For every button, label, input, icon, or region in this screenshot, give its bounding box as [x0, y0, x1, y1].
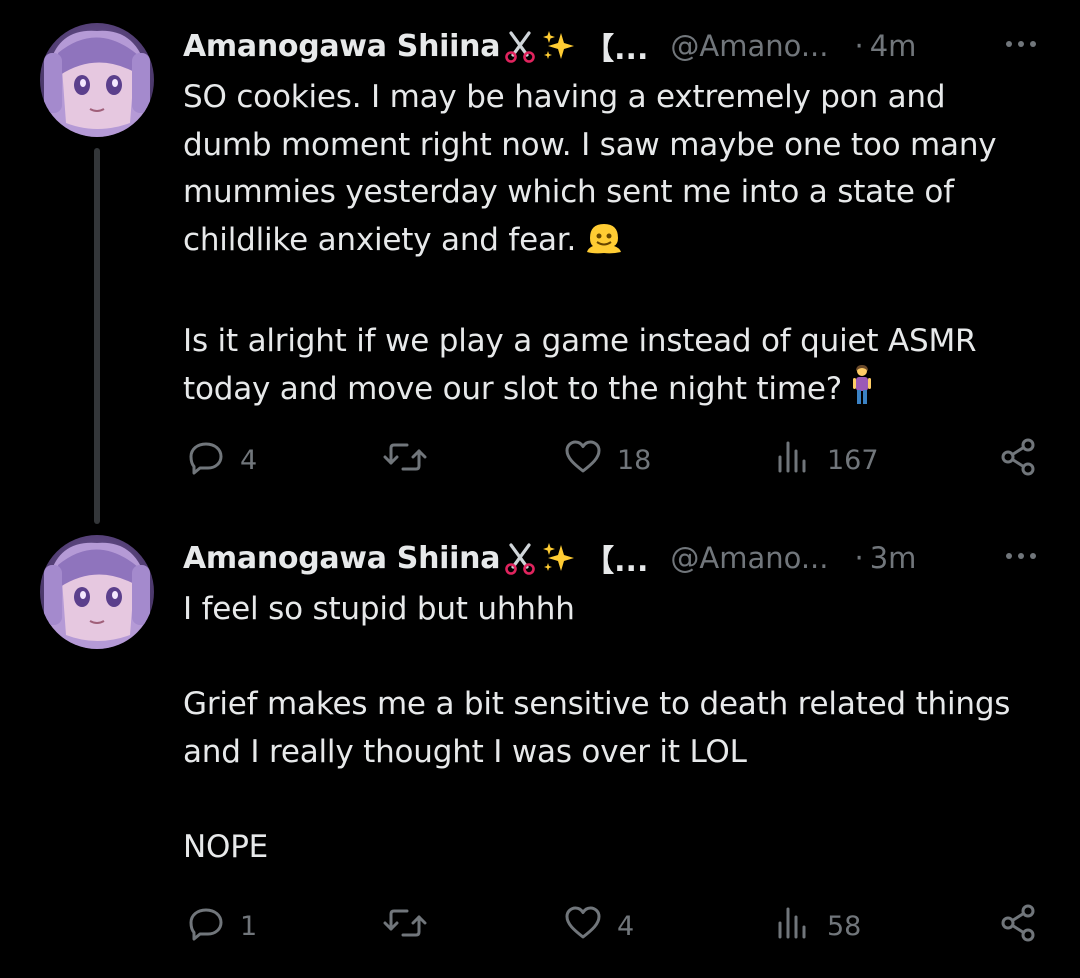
share-icon: [998, 437, 1038, 484]
more-dots-icon[interactable]: [999, 32, 1043, 56]
sparkles-emoji: [540, 28, 576, 64]
views-button[interactable]: 167: [773, 440, 879, 480]
like-button[interactable]: 18: [563, 440, 651, 480]
views-count: 58: [827, 910, 862, 942]
thread: Amanogawa Shiina 【... @Amano... · 4m SO …: [0, 0, 1080, 978]
retweet-button[interactable]: [383, 906, 441, 946]
avatar[interactable]: [40, 23, 154, 137]
separator-dot: ·: [854, 29, 864, 63]
tweet-line: mummies yesterday which sent me into a s…: [183, 174, 954, 210]
tweet-header: Amanogawa Shiina 【... @Amano... · 4m: [183, 22, 1043, 70]
timestamp[interactable]: 3m: [870, 541, 917, 575]
retweet-button[interactable]: [383, 440, 441, 480]
tweet-line: childlike anxiety and fear.: [183, 217, 1053, 271]
reply-icon: [186, 903, 226, 950]
tweet-line: NOPE: [183, 828, 269, 865]
melting-face-emoji: [584, 220, 624, 271]
avatar[interactable]: [40, 535, 154, 649]
user-handle[interactable]: @Amano...: [670, 541, 828, 575]
user-handle[interactable]: @Amano...: [670, 29, 828, 63]
tweet-text: I feel so stupid but uhhhh Grief makes m…: [183, 586, 1053, 871]
separator-dot: ·: [854, 541, 864, 575]
tweet-header: Amanogawa Shiina 【... @Amano... · 3m: [183, 534, 1043, 582]
like-count: 4: [617, 910, 635, 942]
reply-icon: [186, 437, 226, 484]
like-button[interactable]: 4: [563, 906, 634, 946]
person-standing-emoji: [850, 365, 874, 420]
tweet-line: and I really thought I was over it LOL: [183, 733, 747, 770]
tweet-line: today and move our slot to the night tim…: [183, 365, 1053, 420]
views-button[interactable]: 58: [773, 906, 861, 946]
reply-count: 1: [240, 910, 258, 942]
views-icon: [773, 437, 813, 484]
display-name-bracket: 【...: [584, 32, 649, 67]
scissors-emoji: [502, 540, 538, 576]
display-name[interactable]: Amanogawa Shiina: [183, 29, 500, 64]
display-name[interactable]: Amanogawa Shiina: [183, 541, 500, 576]
timestamp[interactable]: 4m: [870, 29, 917, 63]
thread-connector-line: [94, 148, 100, 524]
reply-count: 4: [240, 444, 258, 476]
scissors-emoji: [502, 28, 538, 64]
tweet-line: SO cookies. I may be having a extremely …: [183, 79, 946, 115]
share-button[interactable]: [998, 904, 1038, 946]
share-icon: [998, 903, 1038, 950]
tweet-line: I feel so stupid but uhhhh: [183, 591, 575, 627]
sparkles-emoji: [540, 540, 576, 576]
retweet-icon: [383, 903, 427, 950]
more-dots-icon[interactable]: [999, 544, 1043, 568]
reply-button[interactable]: 1: [186, 906, 257, 946]
heart-icon: [563, 437, 603, 484]
display-name-bracket: 【...: [584, 544, 649, 579]
tweet-actions: 4 18 167: [183, 438, 1043, 480]
heart-icon: [563, 903, 603, 950]
tweet-line: Grief makes me a bit sensitive to death …: [183, 686, 1011, 722]
tweet-text: SO cookies. I may be having a extremely …: [183, 74, 1053, 420]
reply-button[interactable]: 4: [186, 440, 257, 480]
retweet-icon: [383, 437, 427, 484]
like-count: 18: [617, 444, 652, 476]
tweet-line: dumb moment right now. I saw maybe one t…: [183, 126, 997, 163]
tweet-line: Is it alright if we play a game instead …: [183, 322, 977, 359]
views-count: 167: [827, 444, 879, 476]
tweet-actions: 1 4 58: [183, 904, 1043, 946]
views-icon: [773, 903, 813, 950]
share-button[interactable]: [998, 438, 1038, 480]
